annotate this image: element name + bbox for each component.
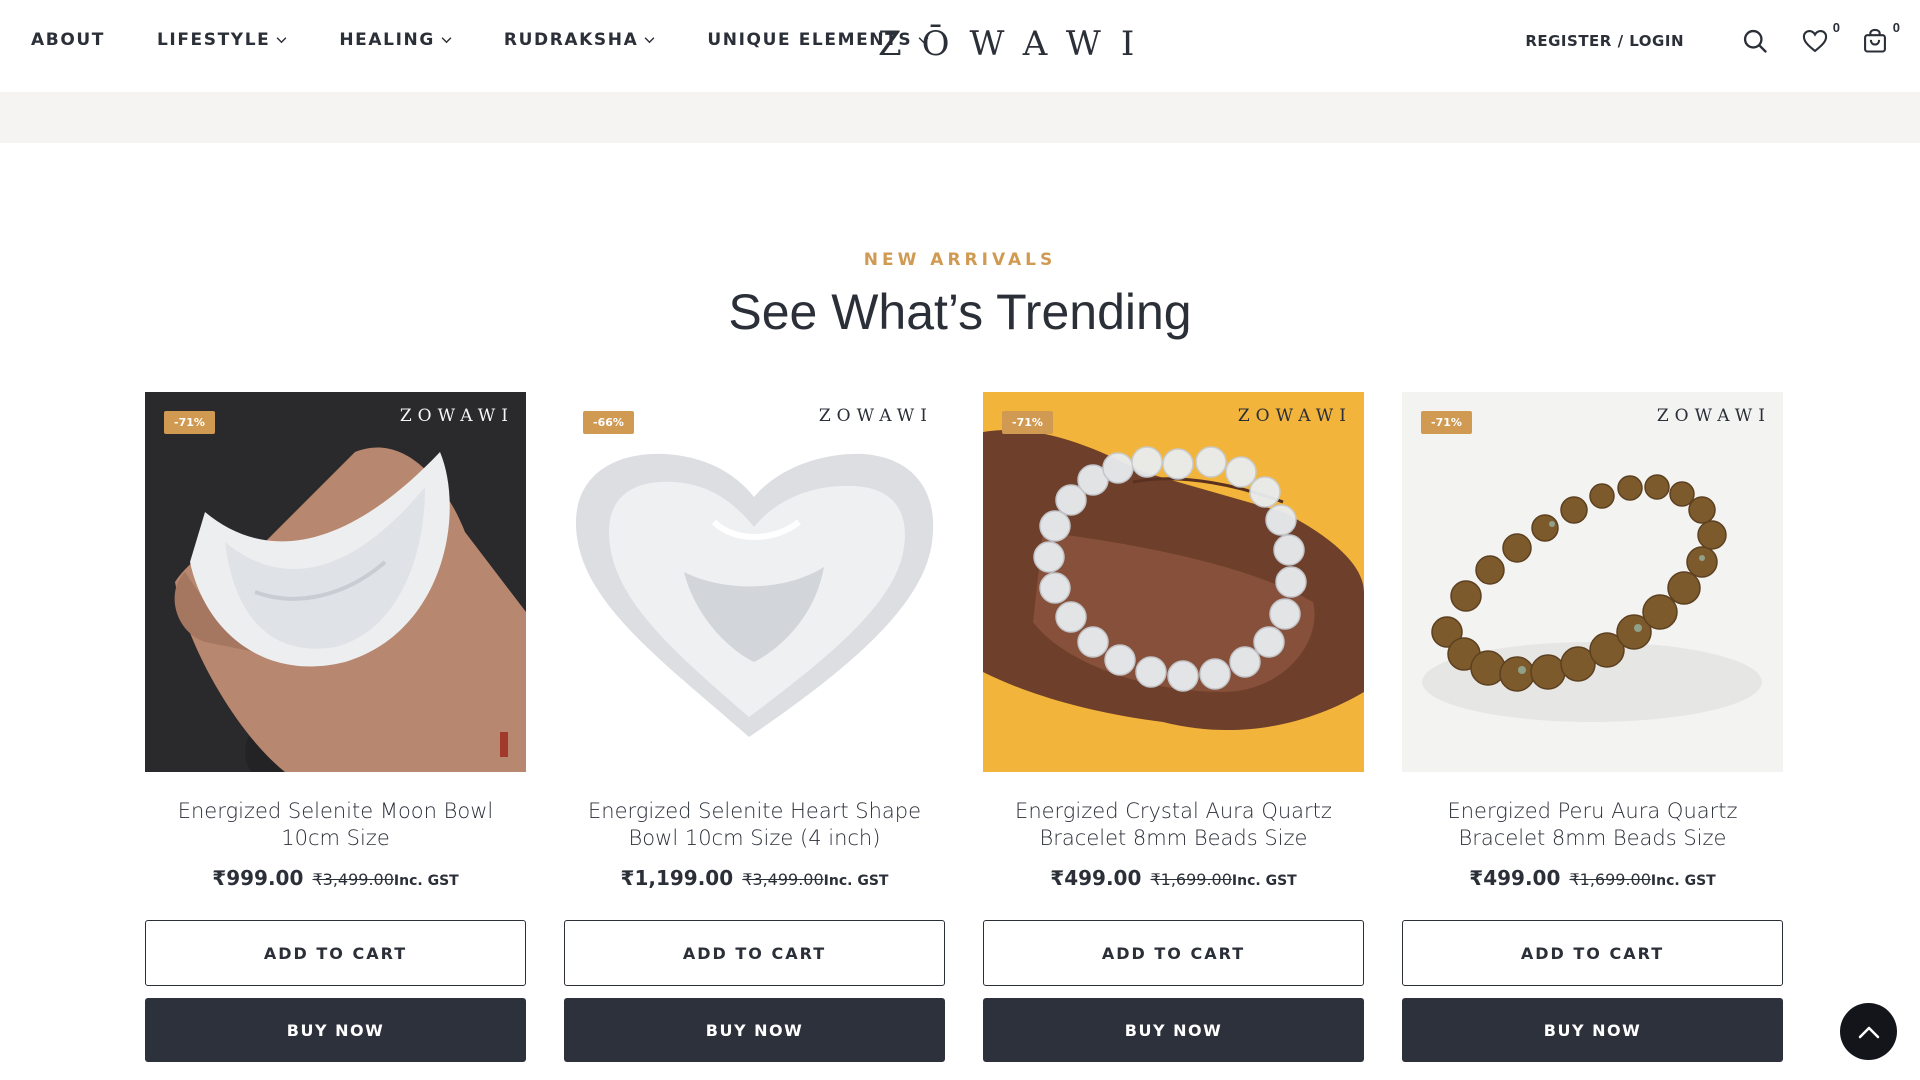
scroll-to-top-button[interactable] [1840,1003,1897,1060]
cart-count: 0 [1892,20,1900,35]
selenite-moon-bowl-image [145,392,526,772]
buy-now-button[interactable]: BUY NOW [145,998,526,1062]
current-price: ₹499.00 [1469,866,1561,890]
nav-about[interactable]: ABOUT [31,30,105,50]
original-price: ₹1,699.00 [1150,870,1232,889]
product-price: ₹499.00 ₹1,699.00Inc. GST [1402,866,1783,890]
original-price: ₹1,699.00 [1569,870,1651,889]
discount-badge: -71% [1421,411,1472,434]
main-nav: ABOUT LIFESTYLE HEALING RUDRAKSHA UNIQUE… [31,30,981,50]
announcement-band [0,92,1920,143]
wishlist-count: 0 [1832,20,1840,35]
product-name[interactable]: Energized Selenite Moon Bowl 10cm Size [145,798,526,852]
product-card: -71% ZOWAWI Energized Crystal Aura Quart… [983,392,1364,1062]
tax-note: Inc. GST [1650,873,1716,889]
tax-note: Inc. GST [393,873,459,889]
search-icon [1743,29,1767,53]
nav-lifestyle-label: LIFESTYLE [156,30,271,50]
product-price: ₹499.00 ₹1,699.00Inc. GST [983,866,1364,890]
nav-rudraksha-label: RUDRAKSHA [503,30,639,50]
product-name[interactable]: Energized Selenite Heart Shape Bowl 10cm… [564,798,945,852]
current-price: ₹1,199.00 [620,866,734,890]
peru-aura-bracelet-image [1402,392,1783,772]
product-image[interactable]: -66% ZOWAWI [564,392,945,772]
cart-button[interactable]: 0 [1860,20,1900,56]
product-image[interactable]: -71% ZOWAWI [983,392,1364,772]
product-image[interactable]: -71% ZOWAWI [145,392,526,772]
product-card: -66% ZOWAWI Energized Selenite Heart Sha… [564,392,945,1062]
buy-now-button[interactable]: BUY NOW [564,998,945,1062]
image-watermark: ZOWAWI [818,406,933,426]
site-logo[interactable]: ZŌWAWI [878,24,1154,64]
product-price: ₹1,199.00 ₹3,499.00Inc. GST [564,866,945,890]
site-header: ABOUT LIFESTYLE HEALING RUDRAKSHA UNIQUE… [0,0,1920,92]
nav-lifestyle[interactable]: LIFESTYLE [157,30,287,50]
product-card: -71% ZOWAWI Energized Peru Aura Quartz B… [1402,392,1783,1062]
product-price: ₹999.00 ₹3,499.00Inc. GST [145,866,526,890]
section-eyebrow: NEW ARRIVALS [863,250,1057,270]
chevron-down-icon [441,37,452,44]
chevron-down-icon [276,37,287,44]
nav-healing-label: HEALING [339,30,435,50]
nav-about-label: ABOUT [31,30,105,50]
search-button[interactable] [1740,26,1770,56]
product-name[interactable]: Energized Crystal Aura Quartz Bracelet 8… [983,798,1364,852]
discount-badge: -71% [1002,411,1053,434]
buy-now-button[interactable]: BUY NOW [1402,998,1783,1062]
buy-now-button[interactable]: BUY NOW [983,998,1364,1062]
add-to-cart-button[interactable]: ADD TO CART [983,920,1364,986]
add-to-cart-button[interactable]: ADD TO CART [1402,920,1783,986]
image-watermark: ZOWAWI [1237,406,1352,426]
nav-healing[interactable]: HEALING [339,30,452,50]
heart-icon [1802,30,1828,53]
tax-note: Inc. GST [1231,873,1297,889]
original-price: ₹3,499.00 [312,870,394,889]
product-image[interactable]: -71% ZOWAWI [1402,392,1783,772]
nav-rudraksha[interactable]: RUDRAKSHA [504,30,655,50]
original-price: ₹3,499.00 [742,870,824,889]
image-watermark: ZOWAWI [1656,406,1771,426]
add-to-cart-button[interactable]: ADD TO CART [564,920,945,986]
register-login-link[interactable]: REGISTER / LOGIN [1525,32,1684,50]
add-to-cart-button[interactable]: ADD TO CART [145,920,526,986]
shopping-bag-icon [1864,28,1886,53]
discount-badge: -66% [583,411,634,434]
tax-note: Inc. GST [823,873,889,889]
wishlist-button[interactable]: 0 [1800,20,1840,56]
chevron-up-icon [1858,1026,1879,1038]
header-actions: REGISTER / LOGIN 0 0 [1525,20,1900,56]
discount-badge: -71% [164,411,215,434]
product-card: -71% ZOWAWI Energized Selenite Moon Bowl… [145,392,526,1062]
current-price: ₹999.00 [212,866,304,890]
product-name[interactable]: Energized Peru Aura Quartz Bracelet 8mm … [1402,798,1783,852]
crystal-aura-bracelet-image [983,392,1364,772]
section-title: See What’s Trending [728,284,1192,340]
current-price: ₹499.00 [1050,866,1142,890]
selenite-heart-bowl-image [564,392,945,772]
image-watermark: ZOWAWI [399,406,514,426]
chevron-down-icon [644,37,655,44]
